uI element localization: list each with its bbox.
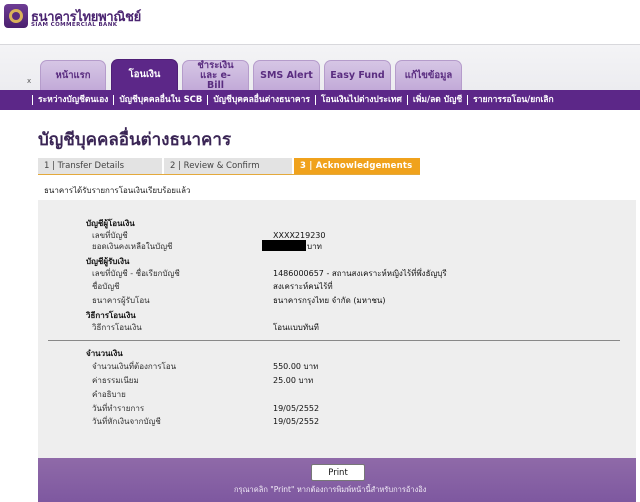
to-account-heading: บัญชีผู้รับเงิน <box>86 257 130 266</box>
tab-home[interactable]: หน้าแรก <box>40 60 106 90</box>
bank-name-english: SIAM COMMERCIAL BANK <box>31 22 118 28</box>
menu-manage-accounts[interactable]: เพิ่ม/ลด บัญชี <box>406 95 467 105</box>
to-name-value: สงเคราะห์คนไร้ที่ <box>273 282 333 291</box>
tab-easy-fund[interactable]: Easy Fund <box>324 60 391 90</box>
step-acknowledgements: 3 | Acknowledgements <box>294 158 420 174</box>
print-hint: กรุณาคลิก "Print" หากต้องการพิมพ์หน้านี้… <box>234 485 427 494</box>
from-account-label: เลขที่บัญชี <box>92 231 128 240</box>
menu-own-accounts[interactable]: ระหว่างบัญชีตนเอง <box>32 95 113 105</box>
method-label: วิธีการโอนเงิน <box>92 323 142 332</box>
step-review-confirm: 2 | Review & Confirm <box>164 158 294 174</box>
debit-date-value: 19/05/2552 <box>273 417 320 426</box>
amount-heading: จำนวนเงิน <box>86 349 123 358</box>
to-account-label: เลขที่บัญชี - ชื่อเรียกบัญชี <box>92 269 180 278</box>
steps-underline <box>38 174 420 175</box>
section-divider <box>48 340 620 341</box>
bank-logo-icon <box>4 4 28 28</box>
transaction-date-label: วันที่ทำรายการ <box>92 404 145 413</box>
method-value: โอนแบบทันที <box>273 323 319 332</box>
success-message: ธนาคารได้รับรายการโอนเงินเรียบร้อยแล้ว <box>44 186 191 195</box>
redacted-balance <box>262 240 306 251</box>
menu-international[interactable]: โอนเงินไปต่างประเทศ <box>314 95 407 105</box>
tab-sms-alert[interactable]: SMS Alert <box>253 60 320 90</box>
debit-date-label: วันที่หักเงินจากบัญชี <box>92 417 161 426</box>
tab-edit-profile[interactable]: แก้ไขข้อมูล <box>395 60 462 90</box>
print-button[interactable]: Print <box>311 464 365 481</box>
menu-pending-transfers[interactable]: รายการรอโอน/ยกเลิก <box>467 95 558 105</box>
transaction-date-value: 19/05/2552 <box>273 404 320 413</box>
close-icon[interactable]: x <box>27 77 31 85</box>
header-bar: ธนาคารไทยพาณิชย์ SIAM COMMERCIAL BANK <box>0 0 640 44</box>
menu-bar-edge <box>0 90 30 110</box>
method-heading: วิธีการโอนเงิน <box>86 311 136 320</box>
nav-divider <box>0 44 640 45</box>
page-title: บัญชีบุคคลอื่นต่างธนาคาร <box>38 130 232 150</box>
from-account-heading: บัญชีผู้โอนเงิน <box>86 219 135 228</box>
balance-unit: บาท <box>307 242 322 251</box>
fee-label: ค่าธรรมเนียม <box>92 376 139 385</box>
description-label: คำอธิบาย <box>92 390 126 399</box>
to-bank-value: ธนาคารกรุงไทย จำกัด (มหาชน) <box>273 296 386 305</box>
to-account-value: 1486000657 - สถานสงเคราะห์หญิงไร้ที่พึ่ง… <box>273 269 447 278</box>
transfer-submenu: ระหว่างบัญชีตนเอง บัญชีบุคคลอื่นใน SCB บ… <box>30 90 640 110</box>
to-bank-label: ธนาคารผู้รับโอน <box>92 296 150 305</box>
amount-label: จำนวนเงินที่ต้องการโอน <box>92 362 177 371</box>
amount-value: 550.00 บาท <box>273 362 319 371</box>
menu-other-bank[interactable]: บัญชีบุคคลอื่นต่างธนาคาร <box>207 95 315 105</box>
menu-other-scb[interactable]: บัญชีบุคคลอื่นใน SCB <box>113 95 207 105</box>
step-transfer-details: 1 | Transfer Details <box>38 158 164 174</box>
to-name-label: ชื่อบัญชี <box>92 282 120 291</box>
tab-payment-ebill[interactable]: ชำระเงิน และ e-Bill <box>182 60 249 90</box>
progress-steps: 1 | Transfer Details 2 | Review & Confir… <box>38 158 420 174</box>
fee-value: 25.00 บาท <box>273 376 314 385</box>
tab-transfer[interactable]: โอนเงิน <box>111 59 178 90</box>
balance-label: ยอดเงินคงเหลือในบัญชี <box>92 242 173 251</box>
